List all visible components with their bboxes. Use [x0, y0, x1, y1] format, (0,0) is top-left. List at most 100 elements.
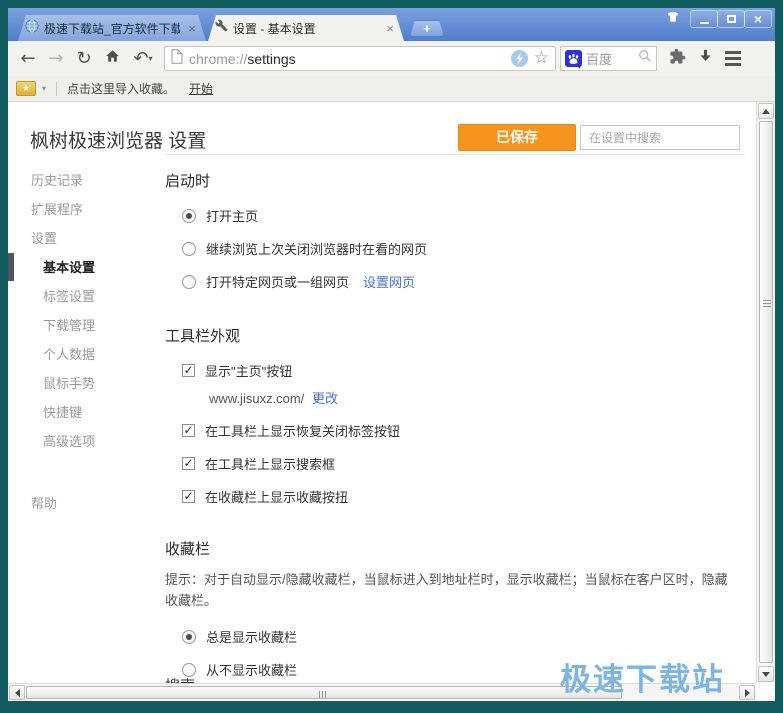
startup-option-specific-pages[interactable]: 打开特定网页或一组网页 设置网页: [182, 272, 743, 291]
scroll-left-button[interactable]: [9, 685, 25, 700]
radio-icon[interactable]: [182, 275, 196, 289]
section-title-toolbar-appearance: 工具栏外观: [165, 325, 743, 346]
skin-theme-button[interactable]: [661, 10, 685, 28]
sidebar-item-mouse-gestures[interactable]: 鼠标手势: [31, 369, 151, 398]
settings-page: 枫树极速浏览器 设置 已保存 历史记录 扩展程序 设置 基本设置 标签设置 下载…: [8, 102, 775, 701]
startup-option-open-homepage[interactable]: 打开主页: [182, 206, 743, 225]
sidebar-item-history[interactable]: 历史记录: [31, 166, 151, 195]
vertical-scroll-thumb[interactable]: [759, 121, 773, 663]
minimize-button[interactable]: [690, 10, 718, 28]
horizontal-scroll-thumb[interactable]: [26, 686, 622, 699]
close-icon: ×: [754, 12, 762, 26]
homepage-url-row: www.jisuxz.com/ 更改: [209, 388, 743, 407]
titlebar[interactable]: 极速下载站_官方软件下载 × 设置 - 基本设置 × +: [8, 8, 775, 41]
bookmarks-option-always-show[interactable]: 总是显示收藏栏: [182, 627, 743, 646]
active-item-marker: [8, 253, 14, 281]
option-show-home-button[interactable]: ✓ 显示"主页"按钮: [182, 361, 743, 380]
option-label: 在工具栏上显示恢复关闭标签按钮: [205, 421, 400, 440]
checkbox-checked-icon[interactable]: ✓: [182, 364, 195, 377]
option-label: 从不显示收藏栏: [206, 660, 297, 679]
radio-checked-icon[interactable]: [182, 630, 196, 644]
sidebar-item-shortcuts[interactable]: 快捷键: [31, 398, 151, 427]
vertical-scrollbar[interactable]: [756, 102, 775, 683]
page-title-suffix: 设置: [168, 131, 206, 152]
tab-settings[interactable]: 设置 - 基本设置 ×: [208, 15, 404, 41]
toolbar-search-box[interactable]: ▾ 百度: [560, 46, 657, 71]
close-window-button[interactable]: ×: [744, 10, 772, 28]
page-title: 枫树极速浏览器 设置: [30, 126, 206, 153]
downloads-button[interactable]: [691, 46, 719, 72]
sidebar-item-help[interactable]: 帮助: [31, 489, 151, 518]
section-title-startup: 启动时: [165, 170, 743, 191]
wrench-icon: [215, 19, 228, 37]
option-label: 在收藏栏上显示收藏按扭: [205, 487, 348, 506]
globe-icon: [25, 19, 39, 38]
url-text[interactable]: chrome://settings: [189, 51, 505, 67]
saved-button[interactable]: 已保存: [458, 124, 576, 151]
import-bookmarks-hint: 点击这里导入收藏。: [67, 80, 175, 97]
undo-button[interactable]: ↶ ▾: [126, 48, 160, 69]
close-icon[interactable]: ×: [383, 21, 397, 36]
search-icon[interactable]: [638, 49, 652, 68]
chevron-down-icon[interactable]: ▾: [42, 84, 46, 93]
url-scheme: chrome://: [189, 51, 247, 67]
tab-strip: 极速下载站_官方软件下载 × 设置 - 基本设置 × +: [18, 15, 444, 41]
hamburger-icon: [725, 51, 741, 66]
baidu-paw-icon[interactable]: ▾: [565, 50, 582, 67]
sidebar-item-download-manager[interactable]: 下载管理: [31, 311, 151, 340]
undo-icon: ↶: [133, 48, 148, 69]
change-link[interactable]: 更改: [312, 391, 338, 406]
search-engine-label: 百度: [586, 49, 634, 68]
triangle-right-icon: [745, 689, 750, 697]
scroll-grip: [763, 300, 771, 309]
radio-icon[interactable]: [182, 242, 196, 256]
home-icon: [104, 48, 121, 69]
sidebar-item-settings[interactable]: 设置: [31, 224, 151, 253]
new-tab-button[interactable]: +: [410, 20, 444, 37]
option-show-search-box[interactable]: ✓ 在工具栏上显示搜索框: [182, 454, 743, 473]
close-icon[interactable]: ×: [185, 21, 199, 36]
option-show-reopen-tab-button[interactable]: ✓ 在工具栏上显示恢复关闭标签按钮: [182, 421, 743, 440]
checkbox-checked-icon[interactable]: ✓: [182, 457, 195, 470]
menu-button[interactable]: [719, 46, 747, 72]
option-label: 显示"主页"按钮: [205, 361, 292, 380]
speed-mode-button[interactable]: [511, 50, 528, 67]
bookmark-folder-button[interactable]: ★: [16, 81, 36, 96]
sidebar-item-advanced[interactable]: 高级选项: [31, 427, 151, 456]
page-icon: [171, 49, 183, 69]
sidebar-item-extensions[interactable]: 扩展程序: [31, 195, 151, 224]
bookmark-star-button[interactable]: ☆: [534, 50, 549, 67]
maximize-icon: [727, 15, 736, 23]
extensions-button[interactable]: [663, 46, 691, 72]
scroll-up-button[interactable]: [758, 103, 774, 119]
tab-jisuxz[interactable]: 极速下载站_官方软件下载 ×: [18, 15, 206, 41]
scroll-grip: [319, 691, 326, 698]
home-button[interactable]: [98, 46, 126, 72]
checkbox-checked-icon[interactable]: ✓: [182, 424, 195, 437]
checkbox-checked-icon[interactable]: ✓: [182, 490, 195, 503]
start-import-link[interactable]: 开始: [189, 80, 213, 97]
set-pages-link[interactable]: 设置网页: [363, 272, 415, 291]
scroll-down-button[interactable]: [758, 666, 774, 682]
sidebar-item-tab-settings[interactable]: 标签设置: [31, 282, 151, 311]
sidebar-item-basic-settings[interactable]: 基本设置: [31, 253, 151, 282]
option-show-bookmark-button[interactable]: ✓ 在收藏栏上显示收藏按扭: [182, 487, 743, 506]
startup-option-continue-session[interactable]: 继续浏览上次关闭浏览器时在看的网页: [182, 239, 743, 258]
watermark: 极速下载站: [560, 654, 725, 699]
forward-button[interactable]: →: [42, 46, 70, 72]
maximize-button[interactable]: [717, 10, 745, 28]
back-button[interactable]: ←: [14, 46, 42, 72]
sidebar-item-personal-data[interactable]: 个人数据: [31, 340, 151, 369]
section-title-bookmarks-bar: 收藏栏: [165, 538, 743, 559]
scroll-right-button[interactable]: [739, 685, 755, 700]
radio-checked-icon[interactable]: [182, 209, 196, 223]
divider: [165, 154, 745, 155]
option-label: 总是显示收藏栏: [206, 627, 297, 646]
shirt-icon: [665, 10, 681, 29]
address-bar[interactable]: chrome://settings ☆: [164, 46, 556, 71]
reload-button[interactable]: ↻: [70, 46, 98, 72]
separator: [56, 82, 57, 96]
settings-search-input[interactable]: [580, 125, 740, 150]
brand-name: 枫树极速浏览器: [30, 131, 163, 152]
chevron-down-icon: ▾: [577, 63, 581, 71]
